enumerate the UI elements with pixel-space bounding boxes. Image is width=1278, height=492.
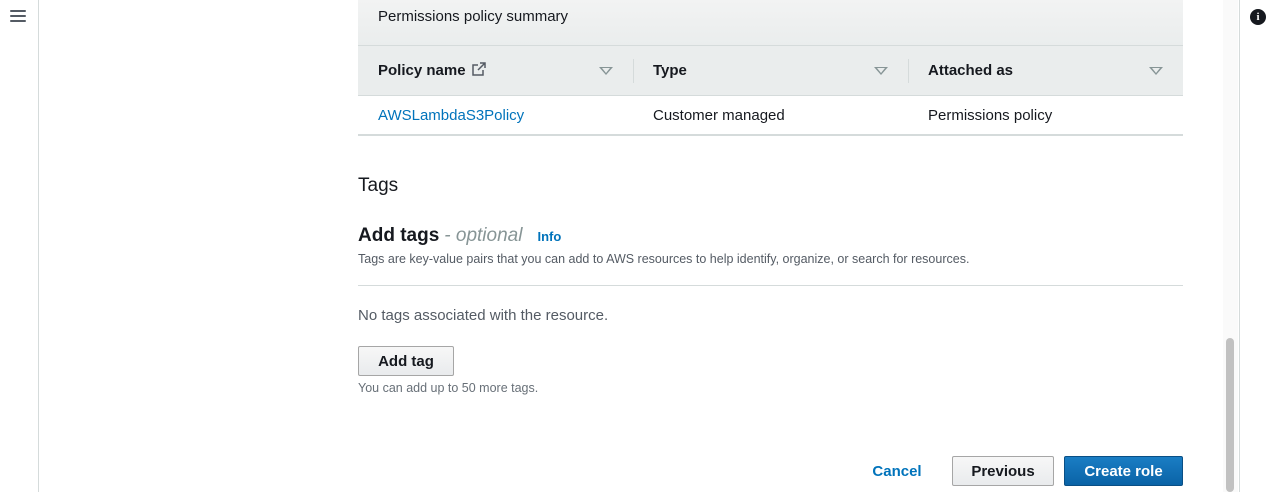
column-label: Attached as xyxy=(928,62,1014,79)
left-navigation-rail xyxy=(0,0,39,492)
optional-label: - optional xyxy=(444,225,523,246)
policy-summary-title: Permissions policy summary xyxy=(358,0,1183,46)
cancel-button[interactable]: Cancel xyxy=(868,456,926,486)
section-divider xyxy=(358,285,1183,286)
permissions-policy-summary: Permissions policy summary Policy name T… xyxy=(358,0,1183,137)
column-header-policy-name[interactable]: Policy name xyxy=(358,46,633,95)
table-row: AWSLambdaS3Policy Customer managed Permi… xyxy=(358,96,1183,136)
policy-name-link[interactable]: AWSLambdaS3Policy xyxy=(378,107,524,124)
add-tags-label: Add tags xyxy=(358,225,440,246)
column-header-attached-as[interactable]: Attached as xyxy=(908,46,1183,95)
hamburger-menu-icon[interactable] xyxy=(10,10,26,24)
empty-tags-message: No tags associated with the resource. xyxy=(358,307,609,324)
right-help-rail: i xyxy=(1239,0,1278,492)
page-scrollbar[interactable] xyxy=(1223,0,1238,492)
scrollbar-thumb[interactable] xyxy=(1226,338,1234,492)
tag-limit-hint: You can add up to 50 more tags. xyxy=(358,381,539,395)
column-label: Type xyxy=(653,62,687,79)
previous-button[interactable]: Previous xyxy=(952,456,1054,486)
info-circle-icon[interactable]: i xyxy=(1250,9,1266,25)
tags-section-title: Tags xyxy=(358,175,399,196)
table-header-row: Policy name Type Attached as xyxy=(358,46,1183,96)
info-link[interactable]: Info xyxy=(537,229,561,244)
column-label: Policy name xyxy=(378,62,466,79)
column-header-type[interactable]: Type xyxy=(633,46,908,95)
policy-type-cell: Customer managed xyxy=(653,106,785,124)
sort-caret-icon[interactable] xyxy=(599,66,613,75)
add-tags-heading: Add tags - optional Info xyxy=(358,225,561,247)
sort-caret-icon[interactable] xyxy=(1149,66,1163,75)
create-role-button[interactable]: Create role xyxy=(1064,456,1183,486)
external-link-icon xyxy=(471,62,486,79)
add-tag-button[interactable]: Add tag xyxy=(358,346,454,376)
attached-as-cell: Permissions policy xyxy=(928,106,1053,124)
policy-name-cell: AWSLambdaS3Policy xyxy=(358,96,633,134)
sort-caret-icon[interactable] xyxy=(874,66,888,75)
tags-description: Tags are key-value pairs that you can ad… xyxy=(358,252,970,266)
